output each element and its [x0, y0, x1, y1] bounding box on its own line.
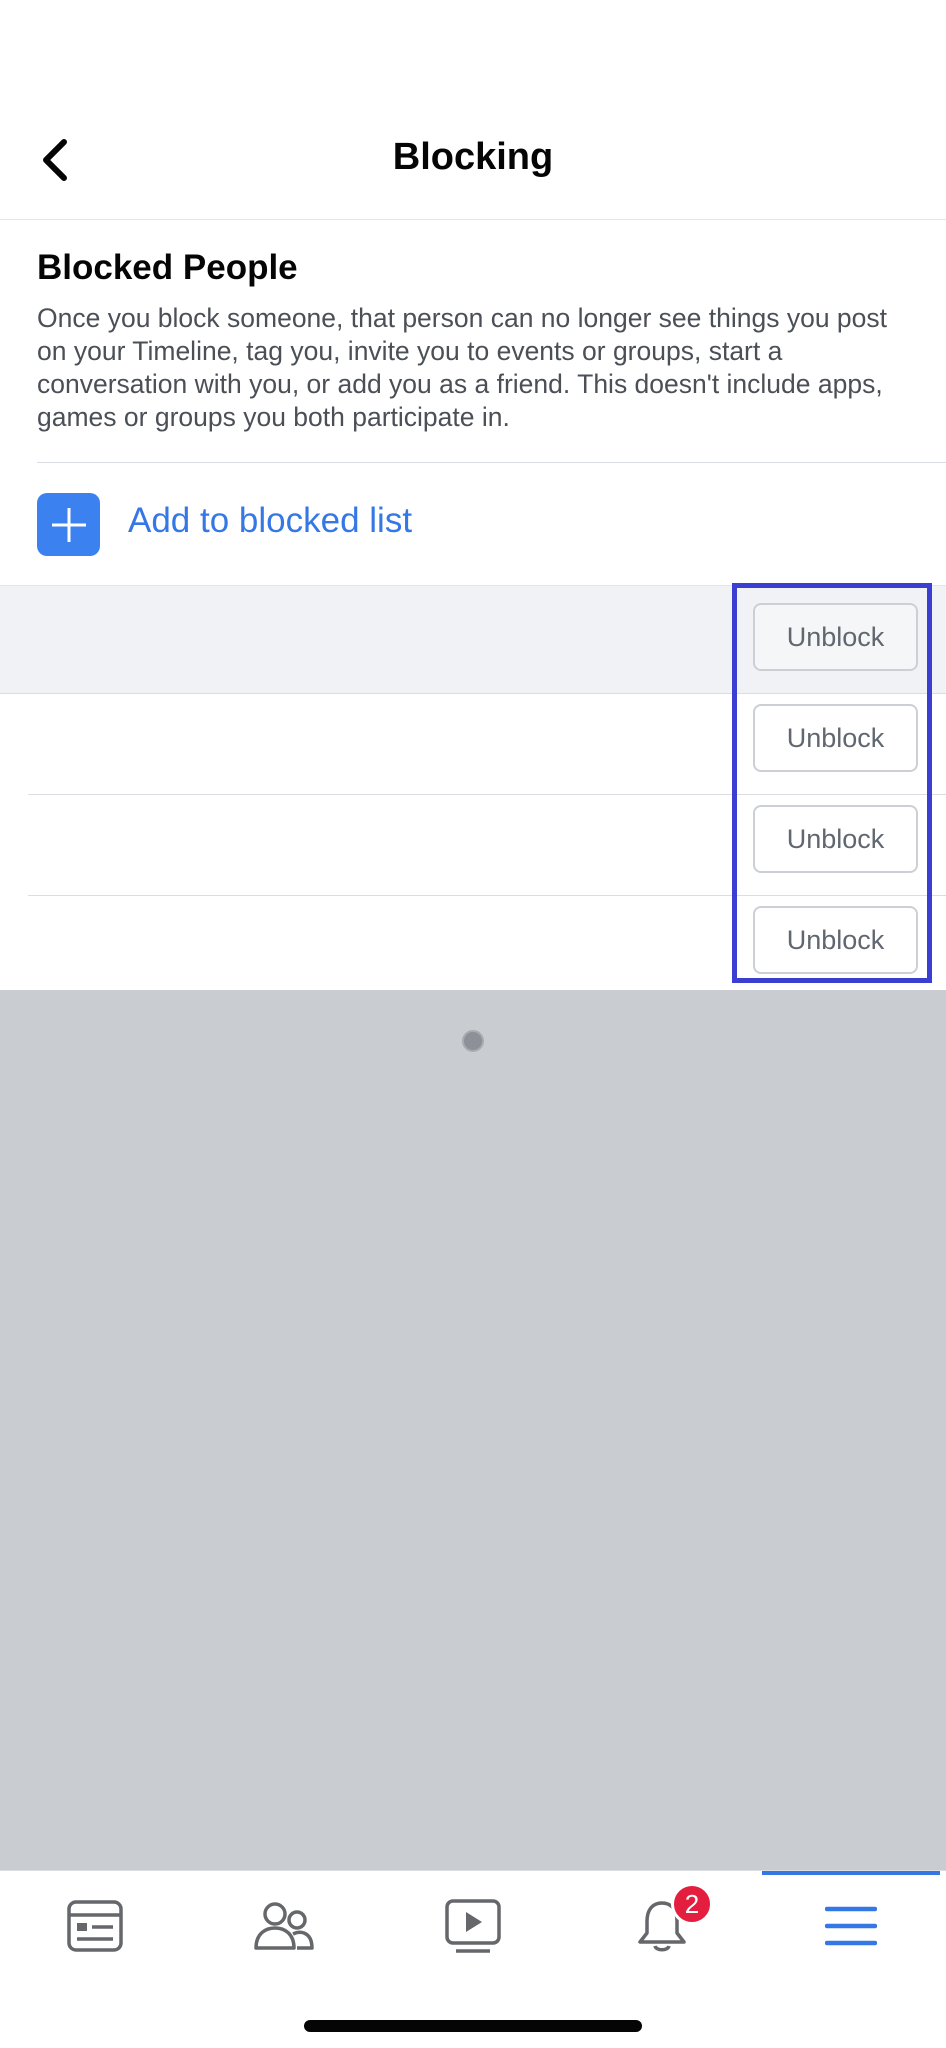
status-bar: [0, 0, 946, 100]
nav-header: Blocking: [0, 100, 946, 220]
section-title: Blocked People: [37, 248, 298, 287]
blocked-person-row: Unblock: [0, 896, 946, 997]
tab-watch[interactable]: [378, 1871, 567, 1981]
notification-badge: 2: [671, 1883, 713, 1925]
loading-overlay: [0, 990, 946, 1870]
tab-news-feed[interactable]: [0, 1871, 189, 1981]
unblock-button[interactable]: Unblock: [753, 906, 918, 974]
plus-icon: [37, 493, 100, 556]
watch-icon: [444, 1899, 501, 1953]
home-indicator: [304, 2020, 642, 2032]
blocked-person-row: Unblock: [0, 795, 946, 896]
add-to-blocked-list-button[interactable]: Add to blocked list: [0, 463, 946, 585]
friends-icon: [253, 1902, 314, 1950]
loading-indicator: [462, 1030, 484, 1052]
unblock-button[interactable]: Unblock: [753, 704, 918, 772]
blocked-person-row: Unblock: [0, 593, 946, 694]
tab-friends[interactable]: [189, 1871, 378, 1981]
blocked-person-row: Unblock: [0, 694, 946, 795]
news-feed-icon: [66, 1900, 123, 1952]
tab-menu[interactable]: [756, 1871, 945, 1981]
tab-notifications[interactable]: 2: [567, 1871, 756, 1981]
add-to-blocked-list-label: Add to blocked list: [128, 501, 413, 540]
unblock-button[interactable]: Unblock: [753, 805, 918, 873]
menu-icon: [824, 1906, 877, 1946]
section-description: Once you block someone, that person can …: [37, 303, 888, 432]
page-title: Blocking: [392, 136, 554, 178]
section-separator: [0, 585, 946, 593]
unblock-button[interactable]: Unblock: [753, 603, 918, 671]
